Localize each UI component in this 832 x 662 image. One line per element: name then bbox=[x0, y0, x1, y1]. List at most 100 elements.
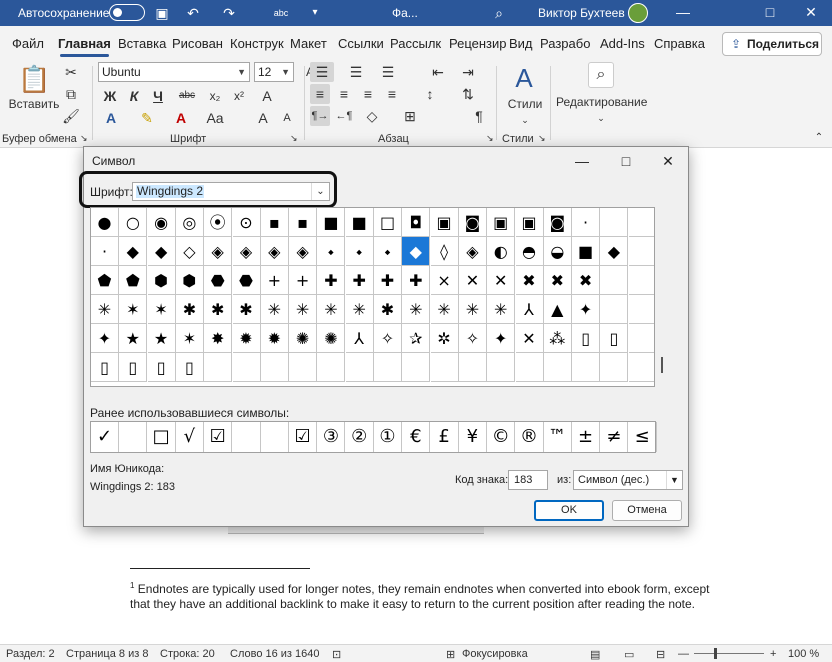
symbol-cell[interactable]: ⬟ bbox=[91, 266, 119, 295]
zoom-in-icon[interactable]: + bbox=[770, 648, 776, 660]
scrollbar-thumb[interactable] bbox=[661, 357, 663, 373]
sort-icon[interactable]: ⇅ bbox=[458, 84, 478, 104]
symbol-cell[interactable]: ◙ bbox=[543, 208, 572, 237]
symbol-cell[interactable]: ⬢ bbox=[147, 266, 176, 295]
tab-mailings[interactable]: Рассылк bbox=[390, 36, 441, 51]
symbol-cell[interactable]: ⬣ bbox=[232, 266, 261, 295]
symbol-cell[interactable] bbox=[430, 353, 459, 382]
symbol-cell[interactable]: · bbox=[572, 208, 601, 237]
chevron-down-icon[interactable]: ⌄ bbox=[311, 183, 329, 200]
symbol-cell[interactable]: ▣ bbox=[430, 208, 459, 237]
symbol-cell[interactable]: ✹ bbox=[260, 324, 289, 353]
symbol-cell[interactable]: ✲ bbox=[430, 324, 459, 353]
recent-symbol[interactable]: € bbox=[402, 422, 431, 452]
symbol-cell[interactable]: ⅄ bbox=[345, 324, 374, 353]
borders-icon[interactable]: ⊞ bbox=[398, 106, 422, 126]
symbol-cell[interactable] bbox=[628, 295, 654, 324]
recent-symbol[interactable]: ① bbox=[374, 422, 402, 452]
search-icon[interactable]: ⌕ bbox=[490, 4, 508, 22]
symbol-cell[interactable]: ◈ bbox=[232, 237, 261, 266]
recent-symbol[interactable]: ② bbox=[346, 422, 374, 452]
symbol-cell[interactable]: ◆ bbox=[119, 237, 148, 266]
symbol-cell[interactable]: ✱ bbox=[232, 295, 261, 324]
symbol-cell[interactable] bbox=[458, 353, 487, 382]
superscript-button[interactable]: x² bbox=[230, 86, 248, 106]
recent-symbol[interactable] bbox=[261, 422, 289, 452]
symbol-cell[interactable]: ◊ bbox=[430, 237, 459, 266]
symbol-cell[interactable]: ⦿ bbox=[204, 208, 233, 237]
paste-button[interactable]: Вставить bbox=[8, 94, 60, 114]
symbol-cell[interactable]: ⬩ bbox=[345, 237, 374, 266]
symbol-cell[interactable]: ⬩ bbox=[374, 237, 402, 266]
symbol-cell[interactable]: ◇ bbox=[175, 237, 204, 266]
symbol-cell[interactable] bbox=[232, 353, 261, 382]
symbol-cell[interactable]: ✳ bbox=[289, 295, 318, 324]
symbol-cell[interactable]: ✚ bbox=[402, 266, 431, 295]
paragraph-launcher-icon[interactable]: ↘ bbox=[486, 133, 494, 144]
endnote[interactable]: 1 Endnotes are typically used for longer… bbox=[130, 578, 730, 612]
styles-launcher-icon[interactable]: ↘ bbox=[538, 133, 546, 144]
focus-icon[interactable]: ⊞ bbox=[446, 648, 455, 661]
paste-icon[interactable]: 📋 bbox=[18, 64, 50, 94]
symbol-cell[interactable] bbox=[487, 353, 516, 382]
tab-file[interactable]: Файл bbox=[12, 36, 44, 51]
font-launcher-icon[interactable]: ↘ bbox=[290, 133, 298, 144]
tab-developer[interactable]: Разрабо bbox=[540, 36, 590, 51]
recent-symbol[interactable]: ≤ bbox=[629, 422, 657, 452]
status-line[interactable]: Строка: 20 bbox=[160, 648, 215, 660]
zoom-slider[interactable] bbox=[694, 653, 764, 654]
symbol-cell[interactable] bbox=[260, 353, 289, 382]
align-right-icon[interactable]: ≡ bbox=[358, 84, 378, 104]
multilevel-icon[interactable]: ☰ bbox=[376, 62, 400, 82]
status-focus[interactable]: Фокусировка bbox=[462, 648, 528, 660]
symbol-cell[interactable] bbox=[289, 353, 318, 382]
symbol-cell[interactable]: ✳ bbox=[260, 295, 289, 324]
symbol-cell[interactable] bbox=[600, 266, 629, 295]
underline-button[interactable]: Ч bbox=[150, 86, 166, 106]
highlight-icon[interactable]: ✎ bbox=[138, 108, 156, 128]
change-case-icon[interactable]: Aa bbox=[206, 108, 224, 128]
recent-symbol[interactable]: ✓ bbox=[91, 422, 119, 452]
line-spacing-icon[interactable]: ↕ bbox=[418, 84, 442, 104]
format-painter-icon[interactable]: 🖌 bbox=[62, 106, 80, 126]
chevron-down-icon[interactable]: ⌄ bbox=[594, 108, 608, 128]
tab-view[interactable]: Вид bbox=[509, 36, 533, 51]
symbol-cell[interactable] bbox=[572, 353, 601, 382]
status-words[interactable]: Слово 16 из 1640 bbox=[230, 648, 320, 660]
grow-font-icon[interactable]: A bbox=[254, 108, 272, 128]
copy-icon[interactable]: ⧉ bbox=[62, 84, 80, 104]
ok-button[interactable]: OK bbox=[534, 500, 604, 521]
abc-icon[interactable]: abc bbox=[272, 4, 290, 22]
recent-symbol[interactable]: ™ bbox=[544, 422, 572, 452]
symbol-cell[interactable] bbox=[628, 324, 654, 353]
symbol-cell[interactable]: □ bbox=[374, 208, 402, 237]
symbol-cell[interactable] bbox=[600, 208, 629, 237]
tab-references[interactable]: Ссылки bbox=[338, 36, 384, 51]
show-marks-icon[interactable]: ¶ bbox=[470, 106, 488, 126]
clear-format-icon[interactable]: A bbox=[258, 86, 276, 106]
symbol-cell[interactable]: ⊙ bbox=[232, 208, 261, 237]
recent-symbol[interactable]: ¥ bbox=[459, 422, 487, 452]
recent-symbol[interactable]: ® bbox=[516, 422, 544, 452]
symbol-cell[interactable] bbox=[628, 237, 654, 266]
rtl-icon[interactable]: ←¶ bbox=[334, 106, 354, 126]
subscript-button[interactable]: x₂ bbox=[206, 86, 224, 106]
undo-icon[interactable]: ↶ bbox=[184, 4, 202, 22]
symbol-cell[interactable]: ✦ bbox=[572, 295, 601, 324]
symbol-cell[interactable]: ✺ bbox=[289, 324, 318, 353]
justify-icon[interactable]: ≡ bbox=[382, 84, 402, 104]
symbol-cell[interactable]: ⬣ bbox=[204, 266, 233, 295]
symbol-cell[interactable]: ✶ bbox=[147, 295, 176, 324]
symbol-cell[interactable] bbox=[628, 353, 654, 382]
symbol-cell[interactable]: ● bbox=[91, 208, 119, 237]
styles-icon[interactable]: A bbox=[508, 62, 540, 94]
bullets-icon[interactable]: ☰ bbox=[310, 62, 334, 82]
shading-icon[interactable]: ◇ bbox=[360, 106, 384, 126]
proofing-icon[interactable]: ⊡ bbox=[332, 648, 341, 661]
status-section[interactable]: Раздел: 2 bbox=[6, 648, 55, 660]
symbol-cell[interactable] bbox=[204, 353, 233, 382]
symbol-cell[interactable] bbox=[317, 353, 346, 382]
symbol-cell[interactable]: ✹ bbox=[232, 324, 261, 353]
recent-symbol[interactable]: ☑ bbox=[204, 422, 233, 452]
web-layout-icon[interactable]: ⊟ bbox=[656, 648, 665, 661]
